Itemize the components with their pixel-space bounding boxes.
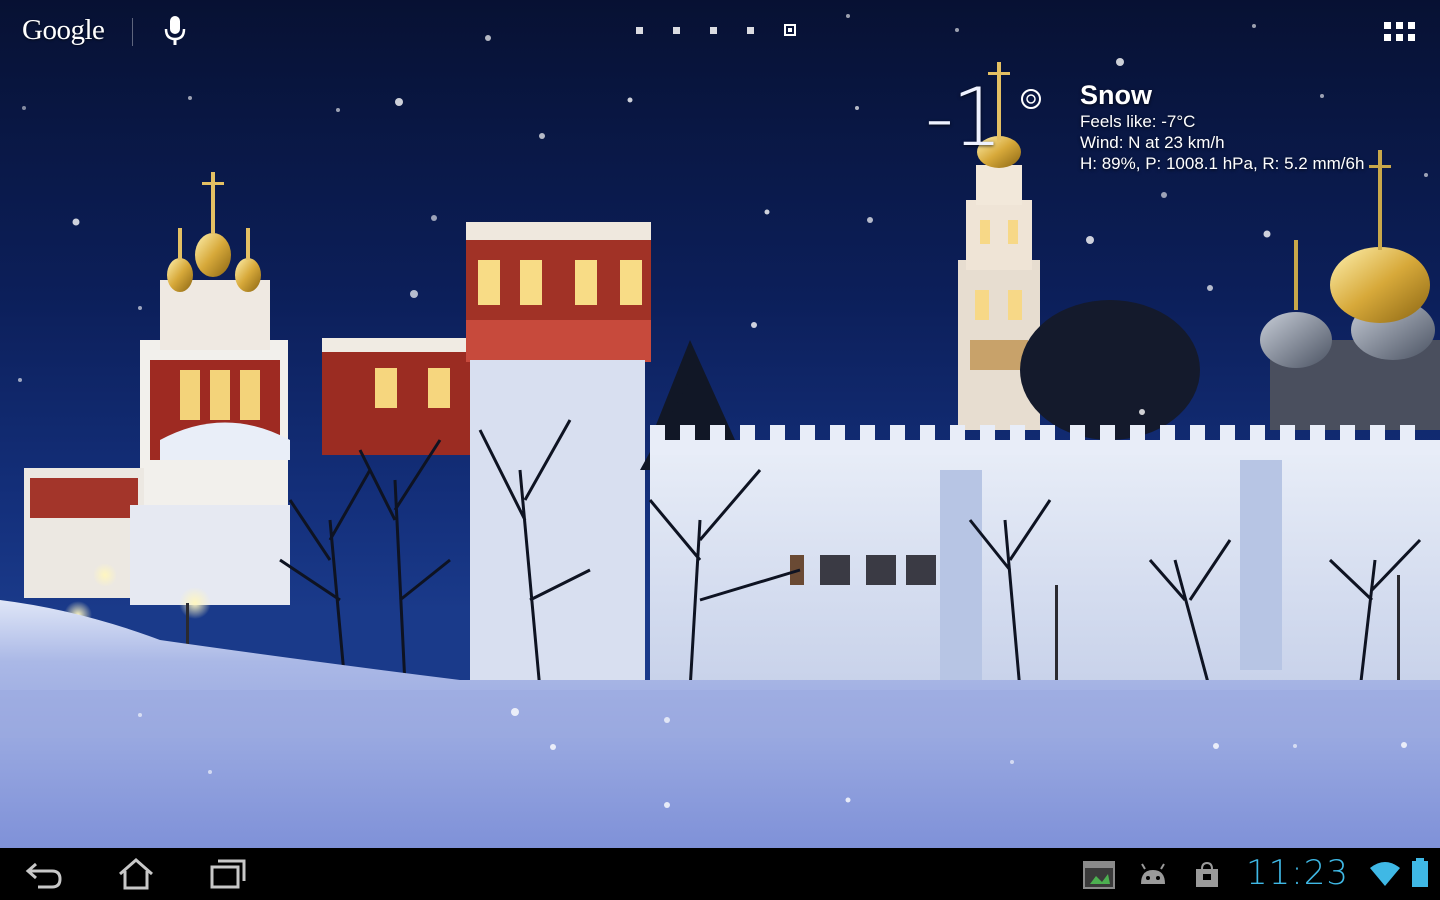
wind: Wind: N at 23 km/h: [1080, 133, 1225, 152]
central-towers: [322, 222, 651, 680]
status-clock[interactable]: 11:23: [1246, 850, 1349, 896]
system-navigation-bar: [0, 848, 1440, 900]
page-dot-current[interactable]: [784, 24, 796, 36]
cathedral-domes: [1260, 150, 1440, 430]
wifi-icon: [1368, 860, 1402, 890]
microphone-icon[interactable]: [158, 12, 192, 50]
search-divider: [132, 18, 133, 46]
battery-icon: [1404, 858, 1438, 888]
gallery-notification-icon[interactable]: [1082, 860, 1116, 890]
degree-circle-icon: [1020, 88, 1042, 110]
home-page-indicator: [636, 24, 796, 36]
page-dot[interactable]: [710, 26, 717, 34]
weather-condition: Snow: [1080, 80, 1152, 110]
back-arrow-icon[interactable]: [22, 856, 70, 892]
home-screen: Google -1 Snow Feels like: -7°C Wind: N …: [0, 0, 1440, 900]
feels-like: Feels like: -7°C: [1080, 112, 1196, 131]
android-debug-icon[interactable]: [1136, 860, 1170, 890]
temperature: -1: [925, 71, 1003, 164]
store-bag-icon[interactable]: [1190, 860, 1224, 890]
weather-widget[interactable]: -1 Snow Feels like: -7°C Wind: N at 23 k…: [925, 78, 1425, 188]
home-icon[interactable]: [112, 856, 160, 892]
all-apps-grid-icon[interactable]: [1384, 22, 1416, 44]
monastery-wall: [650, 425, 1440, 685]
page-dot[interactable]: [673, 26, 680, 34]
page-dot[interactable]: [747, 26, 754, 34]
recent-apps-icon[interactable]: [202, 856, 250, 892]
weather-details: H: 89%, P: 1008.1 hPa, R: 5.2 mm/6h: [1080, 154, 1365, 173]
page-dot[interactable]: [636, 26, 643, 34]
google-search-logo[interactable]: Google: [22, 14, 105, 47]
left-church: [24, 172, 290, 605]
